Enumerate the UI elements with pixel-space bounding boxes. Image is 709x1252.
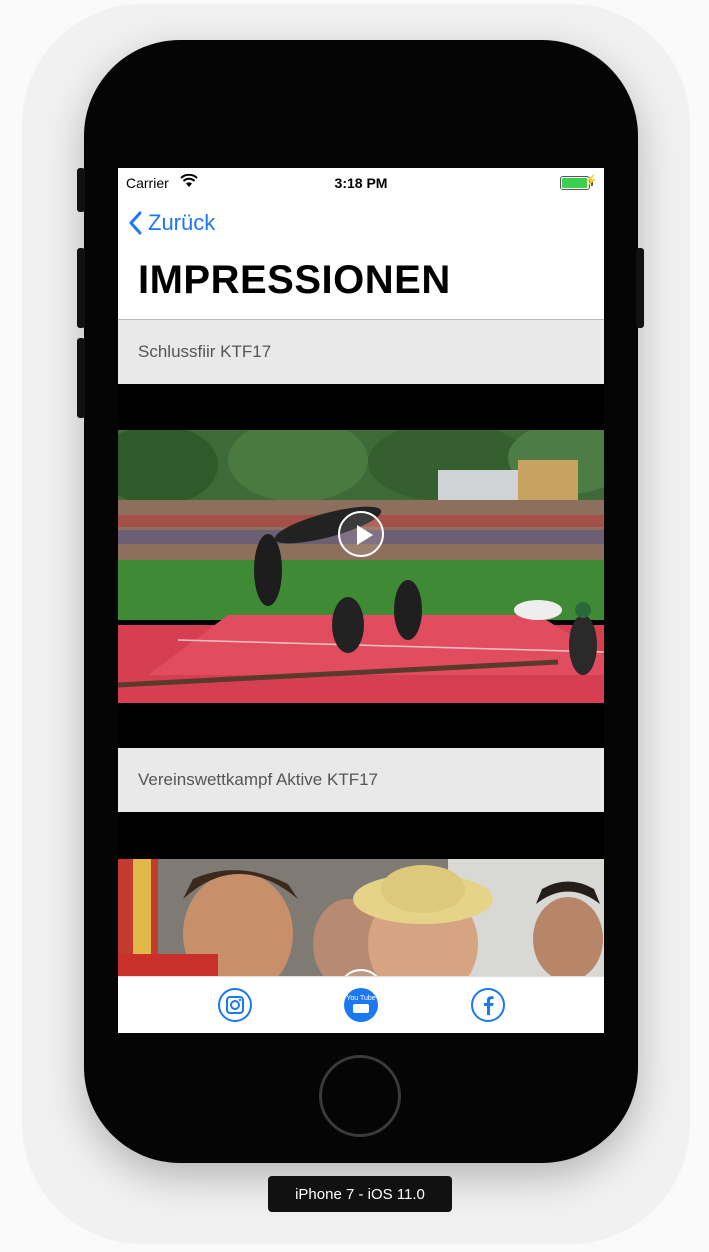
page-title: IMPRESSIONEN — [138, 258, 451, 302]
play-icon[interactable] — [338, 511, 384, 557]
video-section-header: Vereinswettkampf Aktive KTF17 — [118, 748, 604, 812]
device-label: iPhone 7 - iOS 11.0 — [268, 1176, 452, 1212]
video-thumbnail — [118, 430, 604, 703]
power-button — [636, 248, 644, 328]
instagram-icon — [218, 988, 252, 1022]
video-title: Schlussfiir KTF17 — [138, 342, 272, 361]
volume-up-button — [77, 248, 85, 328]
home-button[interactable] — [319, 1055, 401, 1137]
tab-instagram[interactable] — [217, 987, 253, 1023]
app-screen: Carrier 3:18 PM ⚡ Zurück IMPRESSIONEN Sc… — [118, 168, 604, 1033]
video-player-1[interactable] — [118, 384, 604, 748]
tab-facebook[interactable] — [470, 987, 506, 1023]
facebook-icon — [471, 988, 505, 1022]
video-section-header: Schlussfiir KTF17 — [118, 320, 604, 384]
youtube-icon — [344, 988, 378, 1022]
video-player-2[interactable] — [118, 812, 604, 976]
volume-down-button — [77, 338, 85, 418]
mute-switch — [77, 168, 85, 212]
chevron-left-icon — [129, 211, 142, 235]
status-bar: Carrier 3:18 PM ⚡ — [118, 168, 604, 198]
video-thumbnail — [118, 859, 604, 976]
back-button-label: Zurück — [148, 210, 216, 235]
charging-icon: ⚡ — [584, 175, 598, 187]
youtube-icon-label: You Tube — [346, 995, 376, 1002]
clock: 3:18 PM — [334, 175, 388, 191]
video-title: Vereinswettkampf Aktive KTF17 — [138, 770, 378, 789]
tab-bar: You Tube — [118, 976, 604, 1033]
tab-youtube[interactable]: You Tube — [343, 987, 379, 1023]
back-button[interactable]: Zurück — [128, 208, 215, 238]
